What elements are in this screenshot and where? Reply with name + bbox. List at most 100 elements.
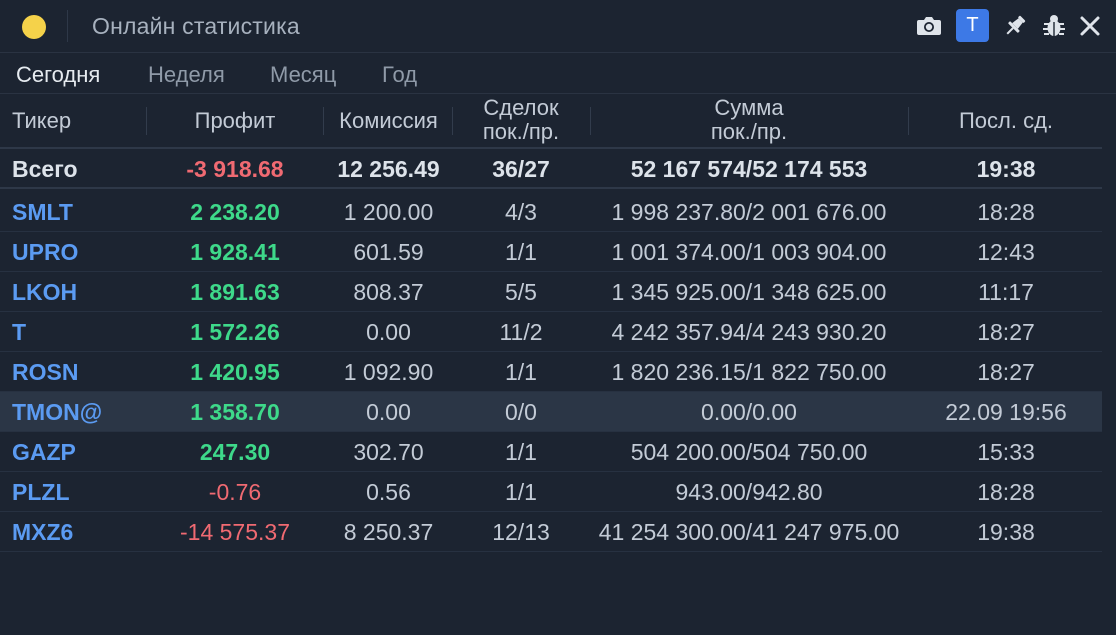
profit-cell: 247.30: [199, 439, 271, 465]
column-divider[interactable]: [908, 107, 909, 135]
profit-cell: 1 358.70: [190, 399, 280, 425]
total-rule: [0, 187, 1102, 189]
deals-cell: 5/5: [505, 279, 537, 305]
last-deal-cell: 18:27: [977, 359, 1035, 385]
table-row[interactable]: LKOH 1 891.63 808.37 5/5 1 345 925.00/1 …: [0, 272, 1102, 312]
header-sum[interactable]: Сумма пок./пр.: [592, 96, 906, 144]
tab-year[interactable]: Год: [382, 62, 417, 88]
tab-month[interactable]: Месяц: [270, 62, 336, 88]
ticker-cell: TMON@: [12, 399, 103, 425]
total-last-deal: 19:38: [976, 156, 1036, 182]
last-deal-cell: 11:17: [978, 279, 1034, 305]
commission-cell: 601.59: [353, 239, 424, 265]
header-deals-line2: пок./пр.: [482, 119, 560, 144]
profit-cell: 1 420.95: [190, 359, 280, 385]
header-deals-line1: Сделок: [483, 95, 559, 120]
title-divider: [67, 10, 68, 42]
camera-icon[interactable]: [914, 11, 944, 41]
header-ticker[interactable]: Тикер: [12, 109, 71, 133]
profit-cell: 1 891.63: [190, 279, 280, 305]
header-deals[interactable]: Сделок пок./пр.: [455, 96, 587, 144]
ticker-cell: T: [12, 319, 27, 345]
header-commission[interactable]: Комиссия: [326, 109, 451, 133]
ticker-cell: ROSN: [12, 359, 79, 385]
title-bar[interactable]: Онлайн статистика T: [0, 0, 1116, 53]
total-row[interactable]: Всего -3 918.68 12 256.49 36/27 52 167 5…: [0, 149, 1102, 189]
deals-cell: 0/0: [505, 399, 537, 425]
header-sum-line2: пок./пр.: [710, 119, 788, 144]
sum-cell: 4 242 357.94/4 243 930.20: [611, 319, 887, 345]
last-deal-cell: 18:28: [977, 479, 1035, 505]
table-row[interactable]: ROSN 1 420.95 1 092.90 1/1 1 820 236.15/…: [0, 352, 1102, 392]
sum-cell: 41 254 300.00/41 247 975.00: [598, 519, 900, 545]
total-label: Всего: [12, 156, 78, 182]
status-indicator-icon[interactable]: [22, 15, 46, 39]
last-deal-cell: 18:28: [977, 199, 1035, 225]
deals-cell: 1/1: [505, 239, 537, 265]
sum-cell: 943.00/942.80: [675, 479, 823, 505]
total-profit: -3 918.68: [186, 156, 284, 182]
column-divider[interactable]: [146, 107, 147, 135]
commission-cell: 0.00: [366, 319, 411, 345]
deals-cell: 4/3: [505, 199, 537, 225]
last-deal-cell: 18:27: [977, 319, 1035, 345]
tab-week[interactable]: Неделя: [148, 62, 225, 88]
profit-cell: 1 928.41: [190, 239, 280, 265]
table-row[interactable]: UPRO 1 928.41 601.59 1/1 1 001 374.00/1 …: [0, 232, 1102, 272]
last-deal-cell: 12:43: [977, 239, 1035, 265]
commission-cell: 1 092.90: [343, 359, 434, 385]
table-row[interactable]: SMLT 2 238.20 1 200.00 4/3 1 998 237.80/…: [0, 192, 1102, 232]
profit-cell: -14 575.37: [180, 519, 290, 545]
total-deals: 36/27: [492, 156, 550, 182]
total-commission: 12 256.49: [337, 156, 440, 182]
profit-cell: -0.76: [208, 479, 262, 505]
profit-cell: 1 572.26: [190, 319, 280, 345]
close-icon[interactable]: [1076, 11, 1104, 41]
deals-cell: 12/13: [492, 519, 550, 545]
sum-cell: 504 200.00/504 750.00: [630, 439, 868, 465]
table-row[interactable]: PLZL -0.76 0.56 1/1 943.00/942.80 18:28: [0, 472, 1102, 512]
table-header: Тикер Профит Комиссия Сделок пок./пр. Су…: [0, 94, 1116, 150]
deals-cell: 11/2: [499, 319, 543, 345]
column-divider[interactable]: [452, 107, 453, 135]
ticker-cell: UPRO: [12, 239, 79, 265]
sum-cell: 1 998 237.80/2 001 676.00: [611, 199, 887, 225]
header-last-deal[interactable]: Посл. сд.: [910, 109, 1102, 133]
column-divider[interactable]: [590, 107, 591, 135]
commission-cell: 0.56: [366, 479, 411, 505]
ticker-cell: GAZP: [12, 439, 76, 465]
pin-icon[interactable]: [1001, 11, 1029, 41]
deals-cell: 1/1: [505, 439, 537, 465]
last-deal-cell: 22.09 19:56: [945, 399, 1067, 425]
ticker-cell: LKOH: [12, 279, 78, 305]
deals-cell: 1/1: [505, 359, 537, 385]
header-profit[interactable]: Профит: [150, 109, 320, 133]
ticker-cell: SMLT: [12, 199, 73, 225]
profit-cell: 2 238.20: [190, 199, 280, 225]
broker-badge[interactable]: T: [956, 9, 989, 42]
stats-window: Онлайн статистика T Сегодня Неделя Месяц…: [0, 0, 1116, 635]
deals-cell: 1/1: [505, 479, 537, 505]
table-row[interactable]: T 1 572.26 0.00 11/2 4 242 357.94/4 243 …: [0, 312, 1102, 352]
sum-cell: 1 820 236.15/1 822 750.00: [611, 359, 887, 385]
ticker-cell: MXZ6: [12, 519, 74, 545]
sum-cell: 1 345 925.00/1 348 625.00: [611, 279, 887, 305]
ticker-cell: PLZL: [12, 479, 70, 505]
total-sum: 52 167 574/52 174 553: [630, 156, 868, 182]
commission-cell: 302.70: [353, 439, 424, 465]
table-row[interactable]: MXZ6 -14 575.37 8 250.37 12/13 41 254 30…: [0, 512, 1102, 552]
sum-cell: 1 001 374.00/1 003 904.00: [611, 239, 887, 265]
table-row[interactable]: GAZP 247.30 302.70 1/1 504 200.00/504 75…: [0, 432, 1102, 472]
commission-cell: 808.37: [353, 279, 424, 305]
commission-cell: 8 250.37: [343, 519, 434, 545]
window-title: Онлайн статистика: [92, 13, 300, 39]
last-deal-cell: 19:38: [977, 519, 1035, 545]
last-deal-cell: 15:33: [977, 439, 1035, 465]
row-divider: [0, 551, 1102, 552]
bug-icon[interactable]: [1040, 11, 1068, 41]
tab-today[interactable]: Сегодня: [16, 62, 100, 88]
commission-cell: 1 200.00: [343, 199, 434, 225]
table-row[interactable]: TMON@ 1 358.70 0.00 0/0 0.00/0.00 22.09 …: [0, 392, 1102, 432]
sum-cell: 0.00/0.00: [701, 399, 797, 425]
column-divider[interactable]: [323, 107, 324, 135]
